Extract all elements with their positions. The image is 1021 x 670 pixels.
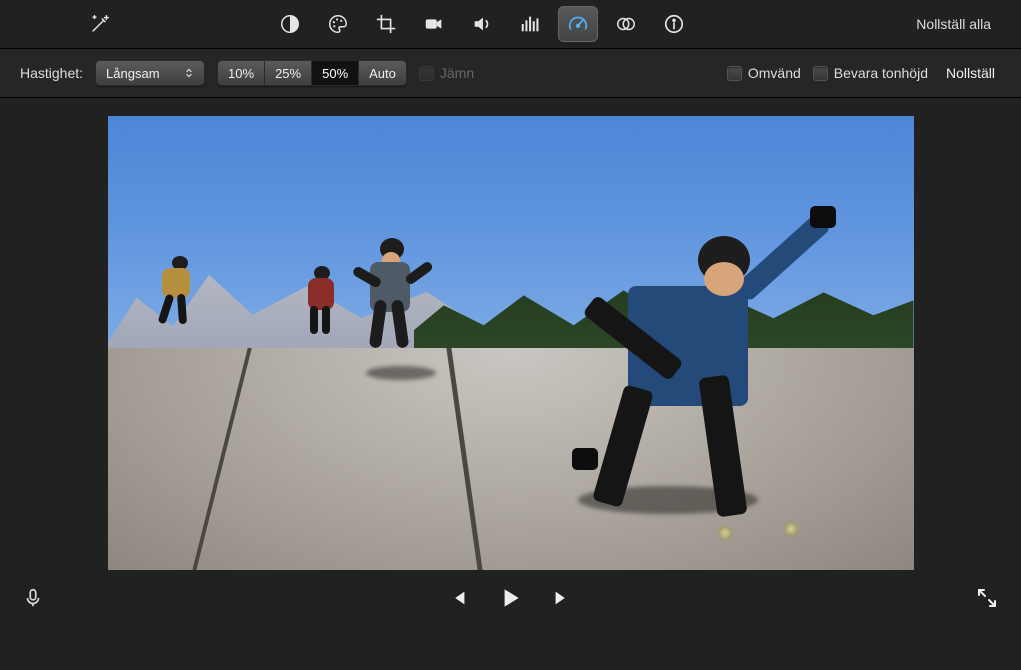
speed-controls: Hastighet: Långsam 10% 25% 50% Auto Jämn… — [0, 48, 1021, 98]
transport-bar — [0, 570, 1021, 626]
reset-all-button[interactable]: Nollställ alla — [906, 10, 1001, 38]
speed-percent-group: 10% 25% 50% Auto — [217, 60, 407, 86]
fullscreen-icon[interactable] — [975, 586, 999, 610]
reverse-label: Omvänd — [748, 65, 801, 81]
crop-icon[interactable] — [366, 6, 406, 42]
smooth-label: Jämn — [440, 65, 474, 81]
next-frame-icon[interactable] — [551, 587, 573, 609]
video-preview[interactable] — [108, 116, 914, 570]
preserve-pitch-checkbox[interactable] — [813, 66, 828, 81]
speed-label: Hastighet: — [20, 65, 83, 81]
palette-icon[interactable] — [318, 6, 358, 42]
magic-wand-icon[interactable] — [80, 6, 120, 42]
info-icon[interactable] — [654, 6, 694, 42]
camera-icon[interactable] — [414, 6, 454, 42]
preserve-pitch-option[interactable]: Bevara tonhöjd — [813, 65, 928, 81]
microphone-icon[interactable] — [22, 585, 44, 611]
volume-icon[interactable] — [462, 6, 502, 42]
overlap-circles-icon[interactable] — [606, 6, 646, 42]
speed-10-button[interactable]: 10% — [218, 61, 265, 85]
preserve-pitch-label: Bevara tonhöjd — [834, 65, 928, 81]
speed-auto-button[interactable]: Auto — [359, 61, 406, 85]
smooth-option: Jämn — [419, 65, 474, 81]
equalizer-icon[interactable] — [510, 6, 550, 42]
previous-frame-icon[interactable] — [447, 587, 469, 609]
speed-preset-select[interactable]: Långsam — [95, 60, 205, 86]
contrast-icon[interactable] — [270, 6, 310, 42]
speed-25-button[interactable]: 25% — [265, 61, 312, 85]
play-icon[interactable] — [497, 585, 523, 611]
chevron-updown-icon — [182, 66, 196, 80]
inspector-toolbar: Nollställ alla — [0, 0, 1021, 48]
speed-50-button[interactable]: 50% — [312, 61, 359, 85]
smooth-checkbox — [419, 66, 434, 81]
speedometer-icon[interactable] — [558, 6, 598, 42]
reverse-option[interactable]: Omvänd — [727, 65, 801, 81]
speed-preset-value: Långsam — [106, 66, 159, 81]
reverse-checkbox[interactable] — [727, 66, 742, 81]
speed-reset-button[interactable]: Nollställ — [940, 61, 1001, 85]
inspector-icon-group — [270, 6, 694, 42]
